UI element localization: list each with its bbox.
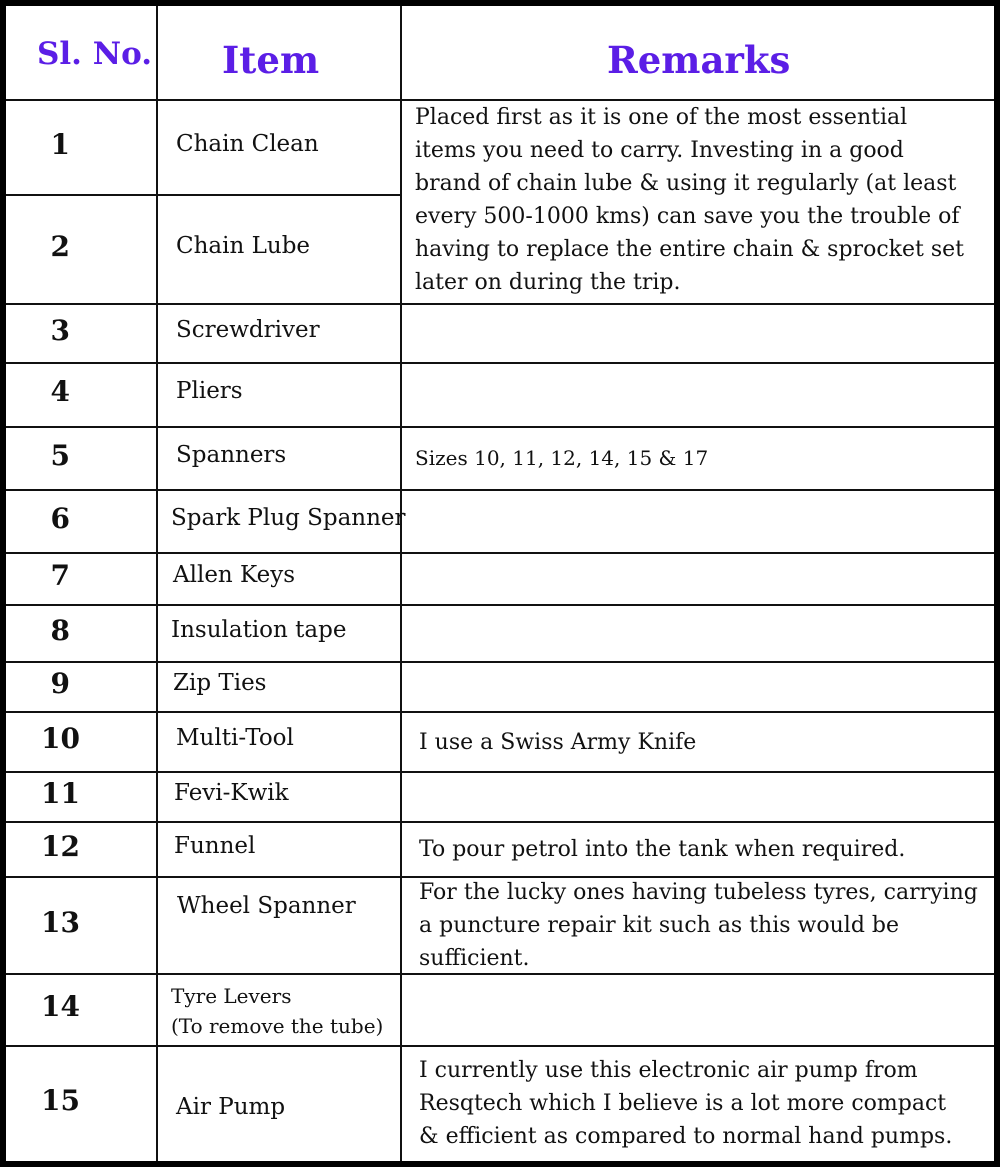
remarks-text: I use a Swiss Army Knife bbox=[419, 729, 697, 755]
remarks-cell-rows-1-2: Placed first as it is one of the most es… bbox=[415, 105, 964, 295]
row-number: 9 bbox=[50, 667, 70, 700]
header-remarks: Remarks bbox=[607, 38, 791, 82]
row-divider bbox=[6, 771, 994, 773]
item-name: Chain Lube bbox=[176, 232, 311, 259]
item-name: Tyre Levers bbox=[171, 984, 292, 1008]
row-divider bbox=[6, 362, 994, 364]
remarks-text: Sizes 10, 11, 12, 14, 15 & 17 bbox=[415, 446, 709, 470]
item-name: Fevi-Kwik bbox=[174, 780, 289, 806]
item-name: Multi-Tool bbox=[176, 725, 294, 751]
row-divider bbox=[6, 604, 994, 606]
header-item: Item bbox=[222, 38, 320, 82]
row-divider bbox=[6, 821, 994, 823]
row-number: 1 bbox=[50, 127, 70, 161]
header-sl-no: Sl. No. bbox=[37, 36, 153, 72]
item-name: Chain Clean bbox=[176, 130, 319, 157]
row-number: 5 bbox=[50, 438, 70, 472]
row-divider bbox=[6, 194, 402, 196]
row-divider bbox=[6, 303, 994, 305]
item-note: (To remove the tube) bbox=[171, 1014, 384, 1038]
row-number: 14 bbox=[41, 990, 80, 1023]
column-divider bbox=[400, 6, 402, 1161]
row-number: 8 bbox=[50, 613, 70, 647]
row-divider bbox=[6, 426, 994, 428]
row-divider bbox=[6, 489, 994, 491]
row-divider bbox=[6, 552, 994, 554]
row-number: 3 bbox=[50, 313, 70, 347]
item-name: Spanners bbox=[176, 441, 287, 468]
item-name: Insulation tape bbox=[171, 616, 347, 643]
row-divider bbox=[6, 99, 994, 101]
row-number: 11 bbox=[41, 777, 80, 810]
row-divider bbox=[6, 1045, 994, 1047]
item-name: Allen Keys bbox=[173, 562, 296, 588]
row-number: 15 bbox=[41, 1083, 80, 1117]
item-name: Funnel bbox=[174, 832, 256, 859]
row-number: 2 bbox=[50, 229, 70, 263]
row-number: 4 bbox=[50, 375, 70, 408]
item-name: Wheel Spanner bbox=[177, 893, 356, 919]
item-name: Air Pump bbox=[176, 1093, 286, 1120]
row-number: 7 bbox=[50, 559, 70, 592]
row-number: 13 bbox=[41, 905, 80, 939]
remarks-text: I currently use this electronic air pump… bbox=[419, 1058, 953, 1149]
remarks-text: To pour petrol into the tank when requir… bbox=[419, 837, 906, 862]
row-divider bbox=[6, 661, 994, 663]
row-number: 6 bbox=[50, 501, 70, 535]
row-number: 10 bbox=[41, 722, 80, 755]
tool-kit-table: Sl. No. Item Remarks Placed first as it … bbox=[6, 6, 994, 1161]
item-name: Pliers bbox=[176, 378, 243, 404]
item-name: Zip Ties bbox=[173, 670, 267, 696]
row-divider bbox=[6, 711, 994, 713]
item-name: Screwdriver bbox=[176, 316, 320, 343]
row-number: 12 bbox=[41, 829, 80, 863]
item-name: Spark Plug Spanner bbox=[171, 504, 406, 531]
remarks-text: For the lucky ones having tubeless tyres… bbox=[419, 880, 978, 971]
column-divider bbox=[156, 6, 158, 1161]
